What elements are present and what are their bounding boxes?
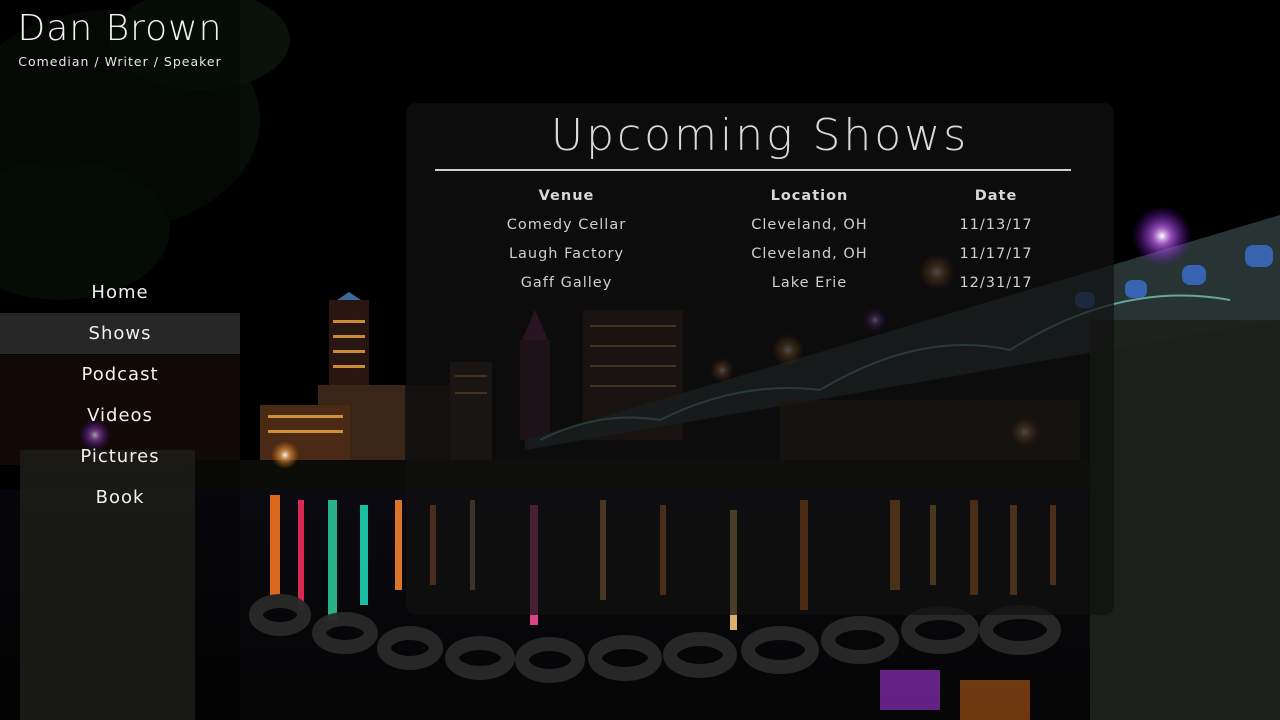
show-venue: Gaff Galley (520, 274, 613, 291)
show-venue: Laugh Factory (508, 245, 625, 262)
show-location: Cleveland, OH (751, 245, 868, 262)
page-title: Upcoming Shows (550, 110, 970, 161)
site-tagline: Comedian / Writer / Speaker (18, 54, 222, 69)
nav-item-pictures[interactable]: Pictures (0, 436, 240, 477)
nav-item-shows[interactable]: Shows (0, 313, 240, 354)
show-location: Cleveland, OH (751, 216, 868, 233)
sidebar: Dan Brown Comedian / Writer / Speaker Ho… (0, 0, 240, 720)
column-header-location: Location (770, 187, 849, 204)
nav-item-book[interactable]: Book (0, 477, 240, 518)
table-row: Comedy Cellar Cleveland, OH 11/13/17 (435, 210, 1071, 239)
title-divider (435, 169, 1071, 171)
show-date: 12/31/17 (959, 274, 1033, 291)
nav-item-videos[interactable]: Videos (0, 395, 240, 436)
nav-item-home[interactable]: Home (0, 272, 240, 313)
table-row: Laugh Factory Cleveland, OH 11/17/17 (435, 239, 1071, 268)
shows-panel: Upcoming Shows Venue Location Date Comed… (406, 103, 1114, 615)
show-date: 11/17/17 (959, 245, 1033, 262)
show-location: Lake Erie (771, 274, 848, 291)
table-header-row: Venue Location Date (435, 181, 1071, 210)
column-header-date: Date (974, 187, 1018, 204)
site-title[interactable]: Dan Brown (0, 6, 240, 52)
main-nav: Home Shows Podcast Videos Pictures Book (0, 272, 240, 518)
table-row: Gaff Galley Lake Erie 12/31/17 (435, 268, 1071, 297)
shows-table: Venue Location Date Comedy Cellar Clevel… (435, 181, 1071, 297)
column-header-venue: Venue (538, 187, 595, 204)
show-venue: Comedy Cellar (506, 216, 627, 233)
brand: Dan Brown Comedian / Writer / Speaker (0, 6, 240, 69)
show-date: 11/13/17 (959, 216, 1033, 233)
nav-item-podcast[interactable]: Podcast (0, 354, 240, 395)
